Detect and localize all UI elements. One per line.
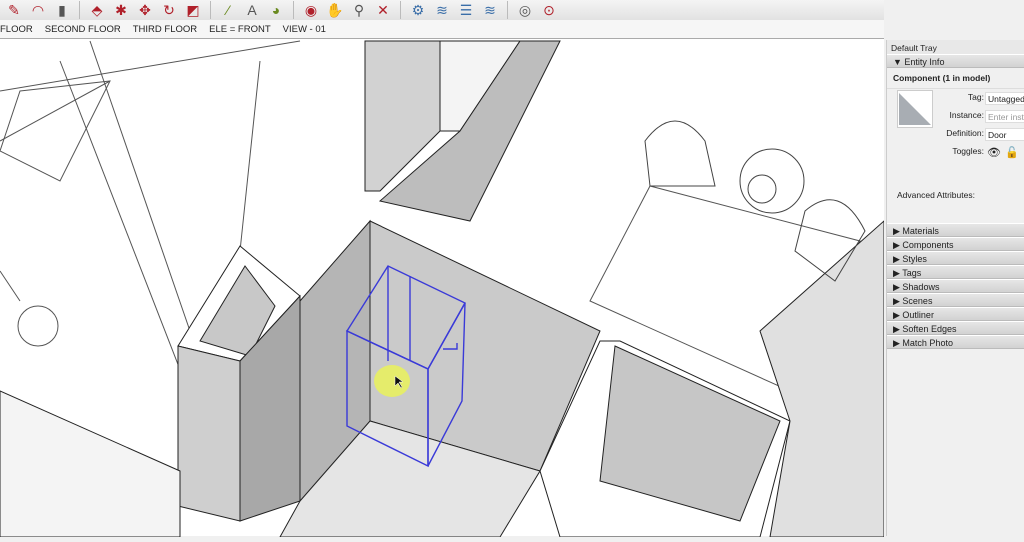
scene-tab[interactable]: ELE = FRONT <box>209 24 271 35</box>
instance-label: Instance: <box>949 110 985 120</box>
warehouse-icon[interactable]: ⊙ <box>539 1 559 19</box>
definition-input[interactable]: Door <box>985 128 1024 141</box>
pencil-icon[interactable]: ✎ <box>4 1 24 19</box>
advanced-attributes-label: Advanced Attributes: <box>897 190 975 200</box>
push-pull-icon[interactable]: ⬘ <box>87 1 107 19</box>
extension-icon-4[interactable]: ≋ <box>480 1 500 19</box>
chairs <box>644 120 866 282</box>
panel-match-photo[interactable]: ▶ Match Photo <box>887 335 1024 349</box>
panel-label: Soften Edges <box>902 324 957 334</box>
panel-label: Components <box>902 240 954 250</box>
panel-label: Scenes <box>902 296 933 306</box>
entity-info-header[interactable]: ▼ Entity Info <box>887 54 1024 68</box>
panel-outliner[interactable]: ▶ Outliner <box>887 307 1024 321</box>
scene-tab[interactable]: FLOOR <box>0 24 33 35</box>
3d-viewport[interactable] <box>0 38 885 538</box>
move-icon[interactable]: ✥ <box>135 1 155 19</box>
walls <box>0 40 885 538</box>
pan-icon[interactable]: ✋ <box>325 1 345 19</box>
main-toolbar: ✎ ◠ ▮ ⬘ ✱ ✥ ↻ ◩ ⁄ A ◕ ◉ ✋ ⚲ ✕ ⚙ ≋ ☰ ≋ ◎ … <box>0 0 884 20</box>
scene-tab[interactable]: THIRD FLOOR <box>133 24 197 35</box>
shape-icon[interactable]: ▮ <box>52 1 72 19</box>
instance-input[interactable]: Enter instance name <box>985 110 1024 123</box>
panel-label: Materials <box>902 226 939 236</box>
panel-materials[interactable]: ▶ Materials <box>887 223 1024 237</box>
scale-icon[interactable]: ◩ <box>183 1 203 19</box>
panel-shadows[interactable]: ▶ Shadows <box>887 279 1024 293</box>
visibility-toggle-icon[interactable]: 👁 <box>987 146 1001 159</box>
paint-bucket-icon[interactable]: ◕ <box>266 1 286 19</box>
zoom-icon[interactable]: ⚲ <box>349 1 369 19</box>
user-icon[interactable]: ◎ <box>515 1 535 19</box>
scene-tab[interactable]: VIEW - 01 <box>283 24 326 35</box>
zoom-extents-icon[interactable]: ✕ <box>373 1 393 19</box>
panel-label: Outliner <box>902 310 934 320</box>
panel-tags[interactable]: ▶ Tags <box>887 265 1024 279</box>
component-label: Component (1 in model) <box>887 68 1024 89</box>
tape-measure-icon[interactable]: ⁄ <box>218 1 238 19</box>
panel-label: Styles <box>902 254 927 264</box>
extension-icon-2[interactable]: ≋ <box>432 1 452 19</box>
orbit-icon[interactable]: ◉ <box>301 1 321 19</box>
separator <box>507 1 508 19</box>
scene-tab[interactable]: SECOND FLOOR <box>45 24 121 35</box>
panel-components[interactable]: ▶ Components <box>887 237 1024 251</box>
rotate-icon[interactable]: ↻ <box>159 1 179 19</box>
panel-scenes[interactable]: ▶ Scenes <box>887 293 1024 307</box>
panel-label: Shadows <box>902 282 940 292</box>
expand-arrow-icon: ▼ <box>893 57 905 67</box>
tray-panels: ▶ Materials ▶ Components ▶ Styles ▶ Tags… <box>887 223 1024 349</box>
panel-soften-edges[interactable]: ▶ Soften Edges <box>887 321 1024 335</box>
arc-icon[interactable]: ◠ <box>28 1 48 19</box>
lock-toggle-icon[interactable]: 🔓 <box>1005 146 1019 159</box>
follow-me-icon[interactable]: ✱ <box>111 1 131 19</box>
separator <box>293 1 294 19</box>
default-tray: Default Tray ▼ Entity Info Component (1 … <box>886 40 1024 536</box>
entity-info-panel: Component (1 in model) Tag: Untagged Inst… <box>887 68 1024 223</box>
tag-label: Tag: <box>967 92 984 102</box>
tag-dropdown[interactable]: Untagged <box>985 92 1024 105</box>
panel-label: Tags <box>902 268 922 278</box>
toggles-label: Toggles: <box>952 146 984 156</box>
scene-tabs: FLOOR SECOND FLOOR THIRD FLOOR ELE = FRO… <box>0 20 884 38</box>
text-icon[interactable]: A <box>242 1 262 19</box>
definition-label: Definition: <box>946 128 984 138</box>
tray-title: Default Tray <box>887 40 1024 54</box>
separator <box>400 1 401 19</box>
extension-icon-1[interactable]: ⚙ <box>408 1 428 19</box>
panel-styles[interactable]: ▶ Styles <box>887 251 1024 265</box>
separator <box>79 1 80 19</box>
separator <box>210 1 211 19</box>
extension-icon-3[interactable]: ☰ <box>456 1 476 19</box>
panel-label: Entity Info <box>904 57 945 67</box>
panel-label: Match Photo <box>902 338 953 348</box>
